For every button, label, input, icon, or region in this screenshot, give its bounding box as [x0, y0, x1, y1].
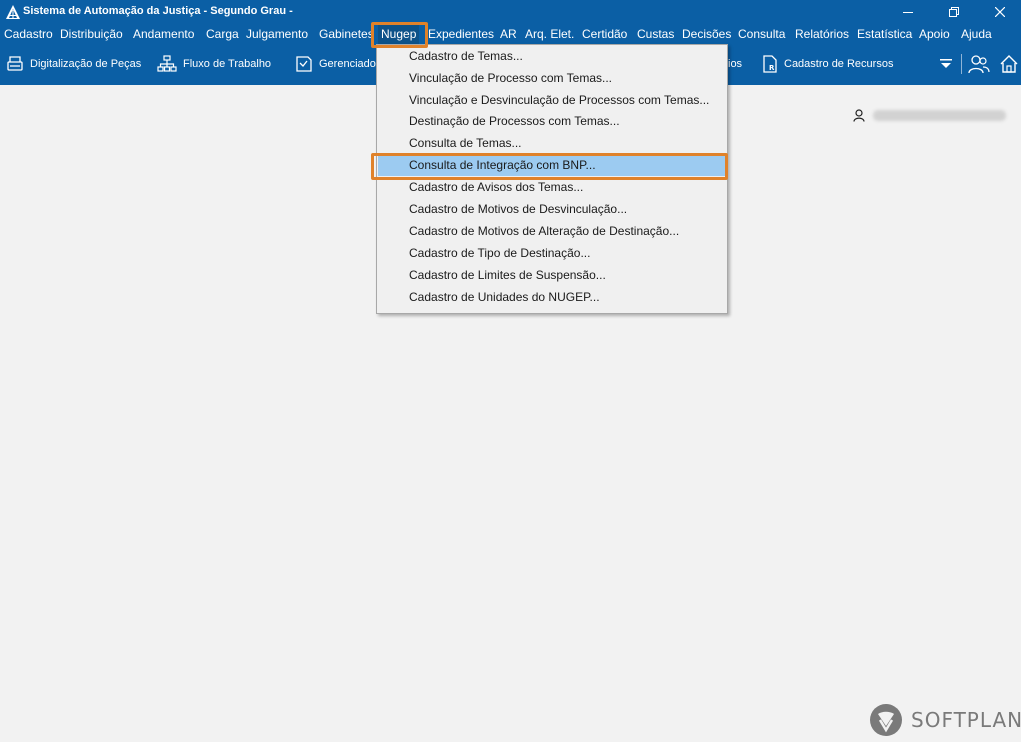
menu-gabinetes[interactable]: Gabinetes — [318, 24, 375, 44]
menu-cadastro-motivos-alteracao[interactable]: Cadastro de Motivos de Alteração de Dest… — [378, 221, 726, 242]
title-bar: Sistema de Automação da Justiça - Segund… — [0, 0, 1021, 24]
softplan-logo-text: SOFTPLAN — [911, 708, 1021, 732]
menu-cadastro-tipo-destinacao[interactable]: Cadastro de Tipo de Destinação... — [378, 243, 726, 264]
menu-certidao[interactable]: Certidão — [581, 24, 628, 44]
close-button[interactable] — [977, 0, 1021, 24]
user-name-redacted — [873, 110, 1006, 121]
restore-button[interactable] — [931, 0, 977, 24]
menu-distribuicao[interactable]: Distribuição — [59, 24, 124, 44]
menu-apoio[interactable]: Apoio — [918, 24, 951, 44]
menu-expedientes[interactable]: Expedientes — [427, 24, 495, 44]
gerenciador-button[interactable]: Gerenciado — [295, 53, 376, 75]
menu-custas[interactable]: Custas — [636, 24, 675, 44]
cadastro-recursos-button[interactable]: R Cadastro de Recursos — [762, 53, 893, 75]
menu-bar: Cadastro Distribuição Andamento Carga Ju… — [0, 24, 1021, 44]
document-manager-icon — [296, 56, 312, 72]
menu-andamento[interactable]: Andamento — [132, 24, 195, 44]
users-button[interactable] — [968, 53, 990, 75]
fluxo-trabalho-label: Fluxo de Trabalho — [183, 58, 272, 70]
menu-relatorios[interactable]: Relatórios — [794, 24, 850, 44]
menu-estatistica[interactable]: Estatística — [856, 24, 913, 44]
menu-cadastro-limites-suspensao[interactable]: Cadastro de Limites de Suspensão... — [378, 265, 726, 286]
menu-consulta-de-temas[interactable]: Consulta de Temas... — [378, 133, 726, 154]
minimize-icon — [903, 12, 913, 13]
menu-cadastro[interactable]: Cadastro — [3, 24, 54, 44]
scanner-icon — [7, 56, 23, 71]
menu-vinculacao-processo-temas[interactable]: Vinculação de Processo com Temas... — [378, 68, 726, 89]
minimize-button[interactable] — [885, 0, 931, 24]
home-button[interactable] — [998, 53, 1020, 75]
app-logo-icon — [6, 5, 20, 19]
restore-icon — [949, 7, 959, 17]
menu-arq-elet[interactable]: Arq. Elet. — [524, 24, 575, 44]
close-icon — [995, 7, 1005, 17]
softplan-logo: SOFTPLAN — [868, 702, 1021, 738]
menu-consulta-integracao-bnp[interactable]: Consulta de Integração com BNP... — [378, 155, 726, 176]
users-icon — [968, 55, 990, 74]
toolbar-hidden-item-label: ios — [728, 58, 743, 70]
menu-cadastro-motivos-desvinculacao[interactable]: Cadastro de Motivos de Desvinculação... — [378, 199, 726, 220]
menu-decisoes[interactable]: Decisões — [681, 24, 732, 44]
menu-julgamento[interactable]: Julgamento — [245, 24, 309, 44]
logged-user — [853, 109, 1006, 122]
digitalizacao-label: Digitalização de Peças — [30, 58, 142, 70]
softplan-mark-icon — [870, 704, 902, 736]
dropdown-arrow-icon — [940, 59, 952, 68]
menu-nugep[interactable]: Nugep — [378, 24, 420, 44]
cadastro-recursos-label: Cadastro de Recursos — [784, 58, 894, 70]
nugep-dropdown-menu: Cadastro de Temas... Vinculação de Proce… — [376, 44, 728, 314]
menu-cadastro-de-temas[interactable]: Cadastro de Temas... — [378, 46, 726, 67]
menu-consulta[interactable]: Consulta — [737, 24, 786, 44]
digitalizacao-button[interactable]: Digitalização de Peças — [6, 53, 141, 75]
menu-ajuda[interactable]: Ajuda — [960, 24, 993, 44]
home-icon — [1000, 55, 1018, 73]
menu-vinculacao-desvinculacao-processos[interactable]: Vinculação e Desvinculação de Processos … — [378, 90, 726, 111]
resource-document-icon: R — [763, 55, 777, 73]
menu-destinacao-processos[interactable]: Destinação de Processos com Temas... — [378, 111, 726, 132]
workflow-icon — [157, 55, 177, 72]
toolbar-separator — [961, 54, 962, 74]
toolbar-hidden-item[interactable]: ios — [728, 53, 742, 75]
toolbar-overflow-button[interactable] — [935, 53, 957, 75]
menu-cadastro-avisos-temas[interactable]: Cadastro de Avisos dos Temas... — [378, 177, 726, 198]
menu-cadastro-unidades-nugep[interactable]: Cadastro de Unidades do NUGEP... — [378, 287, 726, 308]
fluxo-trabalho-button[interactable]: Fluxo de Trabalho — [157, 53, 271, 75]
menu-carga[interactable]: Carga — [205, 24, 240, 44]
menu-ar[interactable]: AR — [499, 24, 518, 44]
svg-text:R: R — [769, 64, 775, 72]
gerenciador-label: Gerenciado — [319, 58, 376, 70]
user-icon — [853, 109, 865, 122]
window-title: Sistema de Automação da Justiça - Segund… — [23, 5, 293, 17]
